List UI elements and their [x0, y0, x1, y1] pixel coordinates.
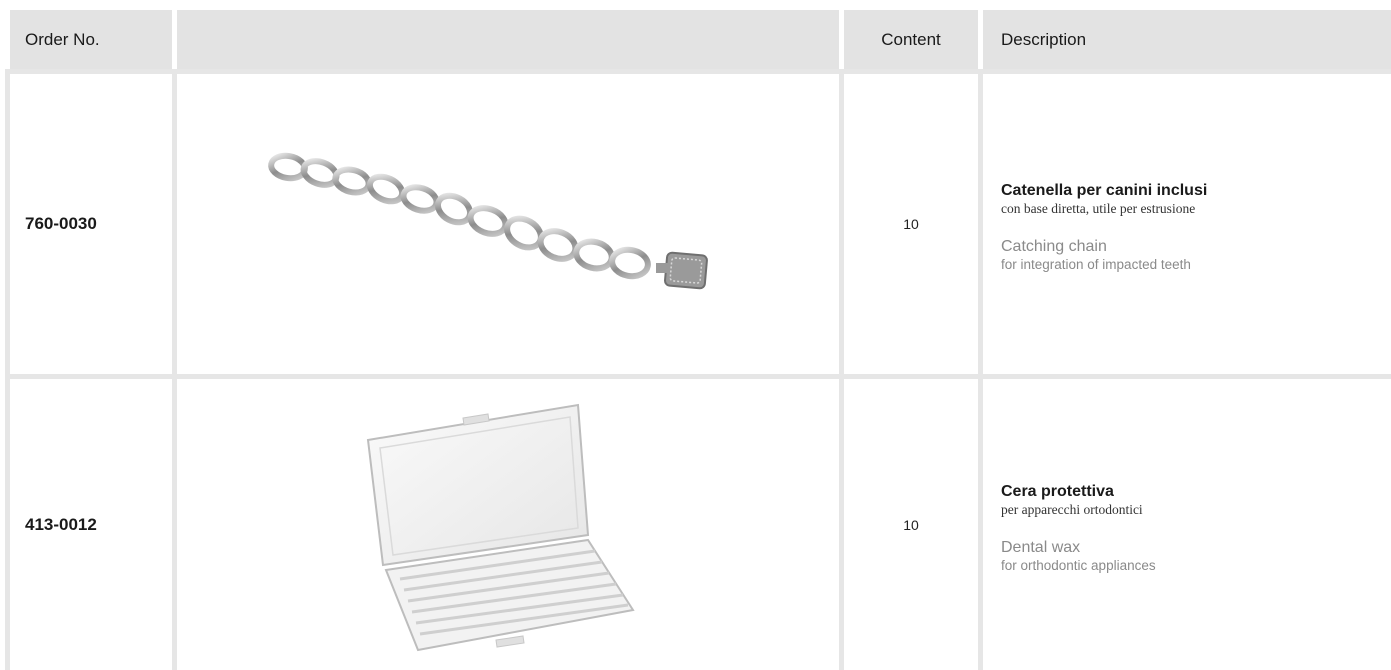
header-content: Content	[844, 10, 978, 69]
content-value: 10	[903, 216, 919, 232]
table-row-1-image	[177, 74, 839, 374]
header-order-no-label: Order No.	[25, 29, 100, 49]
table-row-1-description: Catenella per canini inclusi con base di…	[983, 74, 1391, 374]
table-row-1-content: 10	[844, 74, 978, 374]
subtitle-en: for integration of impacted teeth	[1001, 257, 1191, 272]
table-row-2-description: Cera protettiva per apparecchi ortodonti…	[983, 379, 1391, 670]
order-no: 413-0012	[25, 514, 97, 534]
title-it: Cera protettiva	[1001, 482, 1114, 500]
dental-wax-case-photo-icon	[366, 403, 635, 651]
subtitle-it: per apparecchi ortodontici	[1001, 501, 1143, 517]
catching-chain-photo-icon	[268, 152, 708, 290]
table-row-2-content: 10	[844, 379, 978, 670]
header-order-no: Order No.	[10, 10, 172, 69]
title-it: Catenella per canini inclusi	[1001, 182, 1208, 199]
header-image	[177, 10, 839, 69]
subtitle-it: con base diretta, utile per estrusione	[1001, 201, 1196, 216]
header-content-label: Content	[881, 29, 941, 49]
title-en: Dental wax	[1001, 538, 1081, 556]
header-description: Description	[983, 10, 1391, 69]
table-row-1-order-no: 760-0030	[10, 74, 172, 374]
subtitle-en: for orthodontic appliances	[1001, 557, 1156, 573]
table-row-2-image	[177, 379, 839, 670]
order-no: 760-0030	[25, 214, 97, 233]
title-en: Catching chain	[1001, 238, 1107, 255]
content-value: 10	[903, 516, 919, 533]
header-description-label: Description	[1001, 29, 1087, 49]
product-table: Order No. Content Description 760-0030 1…	[10, 10, 1391, 670]
table-row-2-order-no: 413-0012	[10, 379, 172, 670]
